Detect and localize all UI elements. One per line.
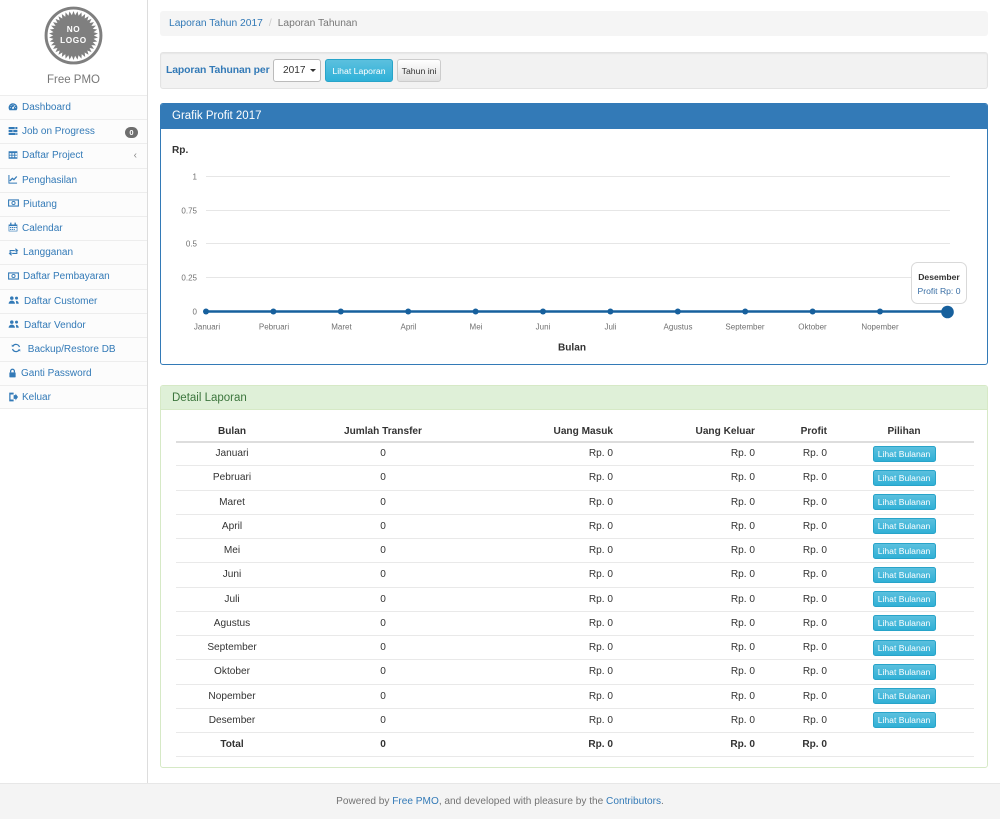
svg-text:LOGO: LOGO	[60, 36, 87, 45]
svg-text:0.25: 0.25	[181, 274, 197, 283]
svg-text:0.75: 0.75	[181, 207, 197, 216]
svg-text:Mei: Mei	[470, 323, 483, 332]
svg-text:Pebruari: Pebruari	[259, 323, 289, 332]
svg-text:Bulan: Bulan	[558, 343, 586, 354]
svg-text:0: 0	[193, 308, 198, 317]
svg-text:Agustus: Agustus	[664, 323, 693, 332]
svg-text:0.5: 0.5	[186, 240, 198, 249]
svg-text:Oktober: Oktober	[798, 323, 827, 332]
svg-text:Januari: Januari	[194, 323, 220, 332]
svg-text:Profit Rp: 0: Profit Rp: 0	[918, 286, 961, 296]
svg-text:Juli: Juli	[604, 323, 616, 332]
svg-text:Nopember: Nopember	[861, 323, 899, 332]
svg-text:September: September	[725, 323, 764, 332]
svg-text:Juni: Juni	[536, 323, 551, 332]
svg-text:Desember: Desember	[918, 272, 960, 282]
svg-text:Maret: Maret	[331, 323, 352, 332]
svg-text:Rp.: Rp.	[172, 145, 188, 156]
svg-text:April: April	[400, 323, 416, 332]
svg-text:1: 1	[193, 173, 198, 182]
svg-text:NO: NO	[67, 25, 81, 34]
